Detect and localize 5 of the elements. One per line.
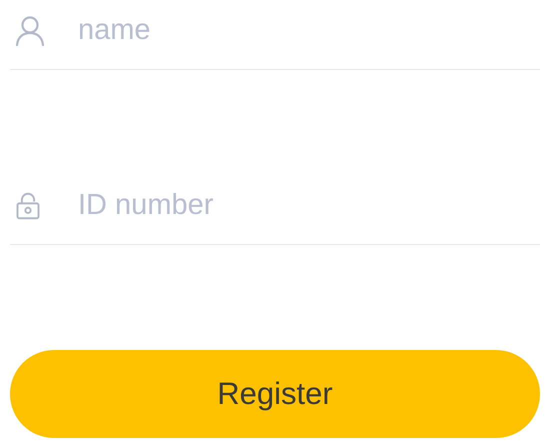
register-button[interactable]: Register bbox=[10, 350, 540, 438]
lock-icon bbox=[14, 190, 42, 220]
input-field[interactable]: name bbox=[78, 14, 540, 47]
user-icon bbox=[14, 14, 46, 46]
input-field[interactable]: ID number bbox=[78, 189, 540, 222]
